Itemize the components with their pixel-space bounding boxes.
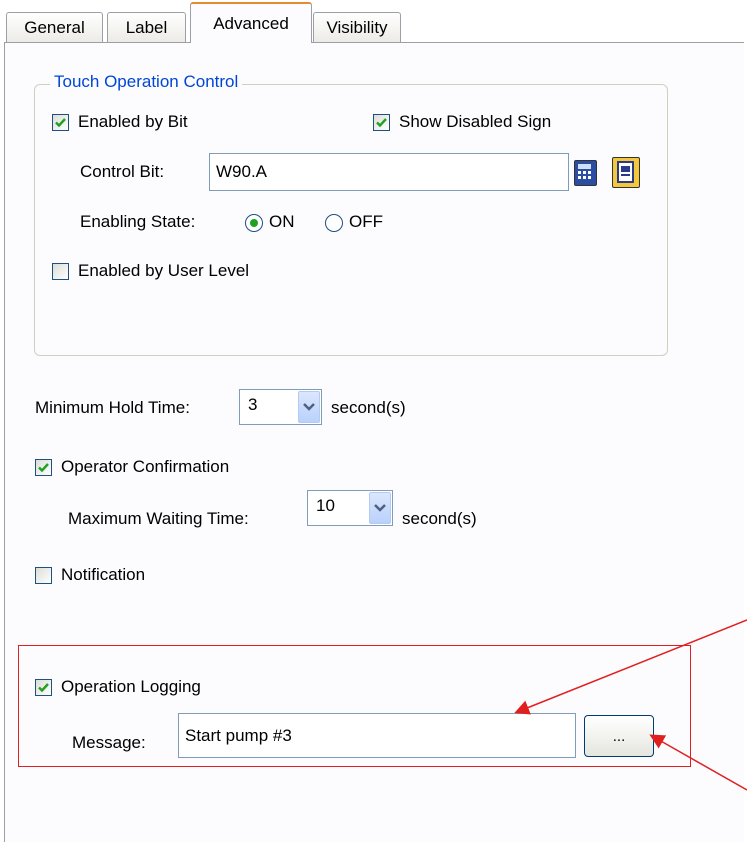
annotation-arrow-to-message (514, 619, 747, 715)
annotation-arrows (514, 619, 747, 791)
tab-advanced[interactable]: Advanced (190, 2, 312, 43)
annotation-arrow-to-browse (649, 734, 747, 791)
